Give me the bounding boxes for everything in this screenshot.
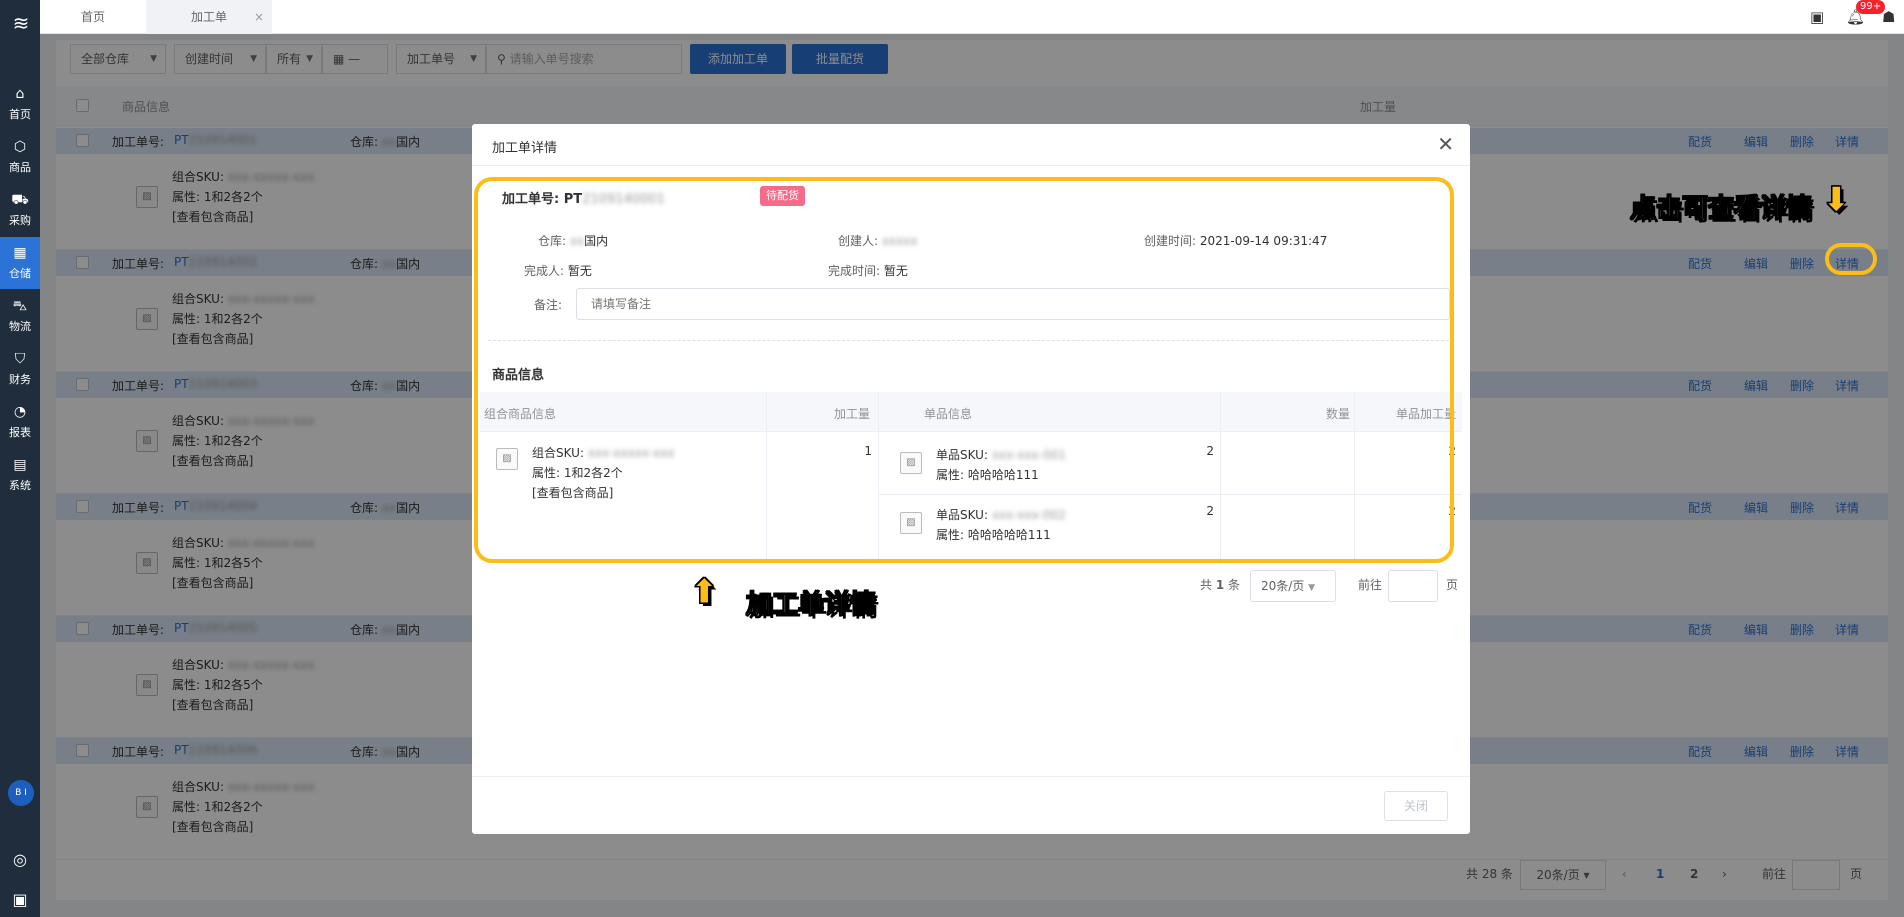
dialog-page-size-select[interactable]: 20条/页 ▼	[1250, 570, 1336, 602]
avatar[interactable]: B I	[8, 780, 34, 806]
detail-link-highlight	[1825, 243, 1877, 275]
detail-hint-callout: 点击可查看详情	[1629, 194, 1813, 225]
dialog-title: 加工单详情	[492, 141, 558, 156]
support-icon[interactable]: ◎	[0, 850, 40, 869]
finance-icon: ⛉	[14, 351, 26, 367]
dialog-header: 加工单详情 ✕	[472, 124, 1470, 166]
sidebar: ≋ ⌂ 首页 ⬡ 商品 ⛟ 采购 ▦ 仓储 ⛍ 物流 ⛉ 财务 ◔ 报表 ▤ 系统 B I ◎ …	[0, 0, 40, 917]
sidebar-item-home[interactable]: ⌂ 首页	[0, 78, 40, 130]
sidebar-item-logistics[interactable]: ⛍ 物流	[0, 290, 40, 342]
cart-icon: ⛟	[11, 192, 29, 208]
warehouse-icon: ▦	[13, 245, 27, 261]
dialog-total-count: 共 1 条	[1200, 578, 1241, 592]
arrow-up-icon: ⬆	[690, 572, 719, 613]
system-icon: ▤	[13, 457, 27, 473]
dialog-footer: 关闭	[472, 776, 1470, 834]
gift-icon[interactable]: ▣	[0, 890, 40, 909]
chevron-down-icon: ▼	[1308, 583, 1316, 593]
cube-icon: ⬡	[13, 139, 27, 155]
sidebar-item-goods[interactable]: ⬡ 商品	[0, 131, 40, 183]
sidebar-item-system[interactable]: ▤ 系统	[0, 449, 40, 501]
tab-home[interactable]: 首页	[40, 0, 146, 34]
sidebar-item-report[interactable]: ◔ 报表	[0, 396, 40, 448]
tab-process-order[interactable]: 加工单 ×	[146, 0, 272, 34]
close-icon[interactable]: ×	[254, 0, 264, 34]
close-icon[interactable]: ✕	[1437, 132, 1454, 156]
sidebar-item-purchase[interactable]: ⛟ 采购	[0, 184, 40, 236]
sidebar-item-finance[interactable]: ⛉ 财务	[0, 343, 40, 395]
top-bar: 首页 加工单 × ▣ 🔔︎ ☗	[40, 0, 1904, 34]
close-button[interactable]: 关闭	[1384, 791, 1448, 821]
home-icon: ⌂	[15, 86, 25, 102]
notes-icon[interactable]: ▣	[1810, 8, 1824, 26]
user-menu-icon[interactable]: ☗	[1882, 8, 1895, 26]
chart-icon: ◔	[13, 404, 27, 420]
sidebar-item-warehouse[interactable]: ▦ 仓储	[0, 237, 40, 289]
arrow-down-icon: ⬇	[1822, 180, 1851, 221]
modal-highlight-frame	[474, 177, 1454, 563]
logo-icon[interactable]: ≋	[8, 10, 34, 36]
dialog-goto-page-input[interactable]	[1388, 570, 1438, 602]
modal-hint-callout: 加工单详情	[745, 590, 877, 621]
truck-icon: ⛍	[12, 298, 28, 314]
notification-badge: 99+	[1856, 0, 1886, 14]
